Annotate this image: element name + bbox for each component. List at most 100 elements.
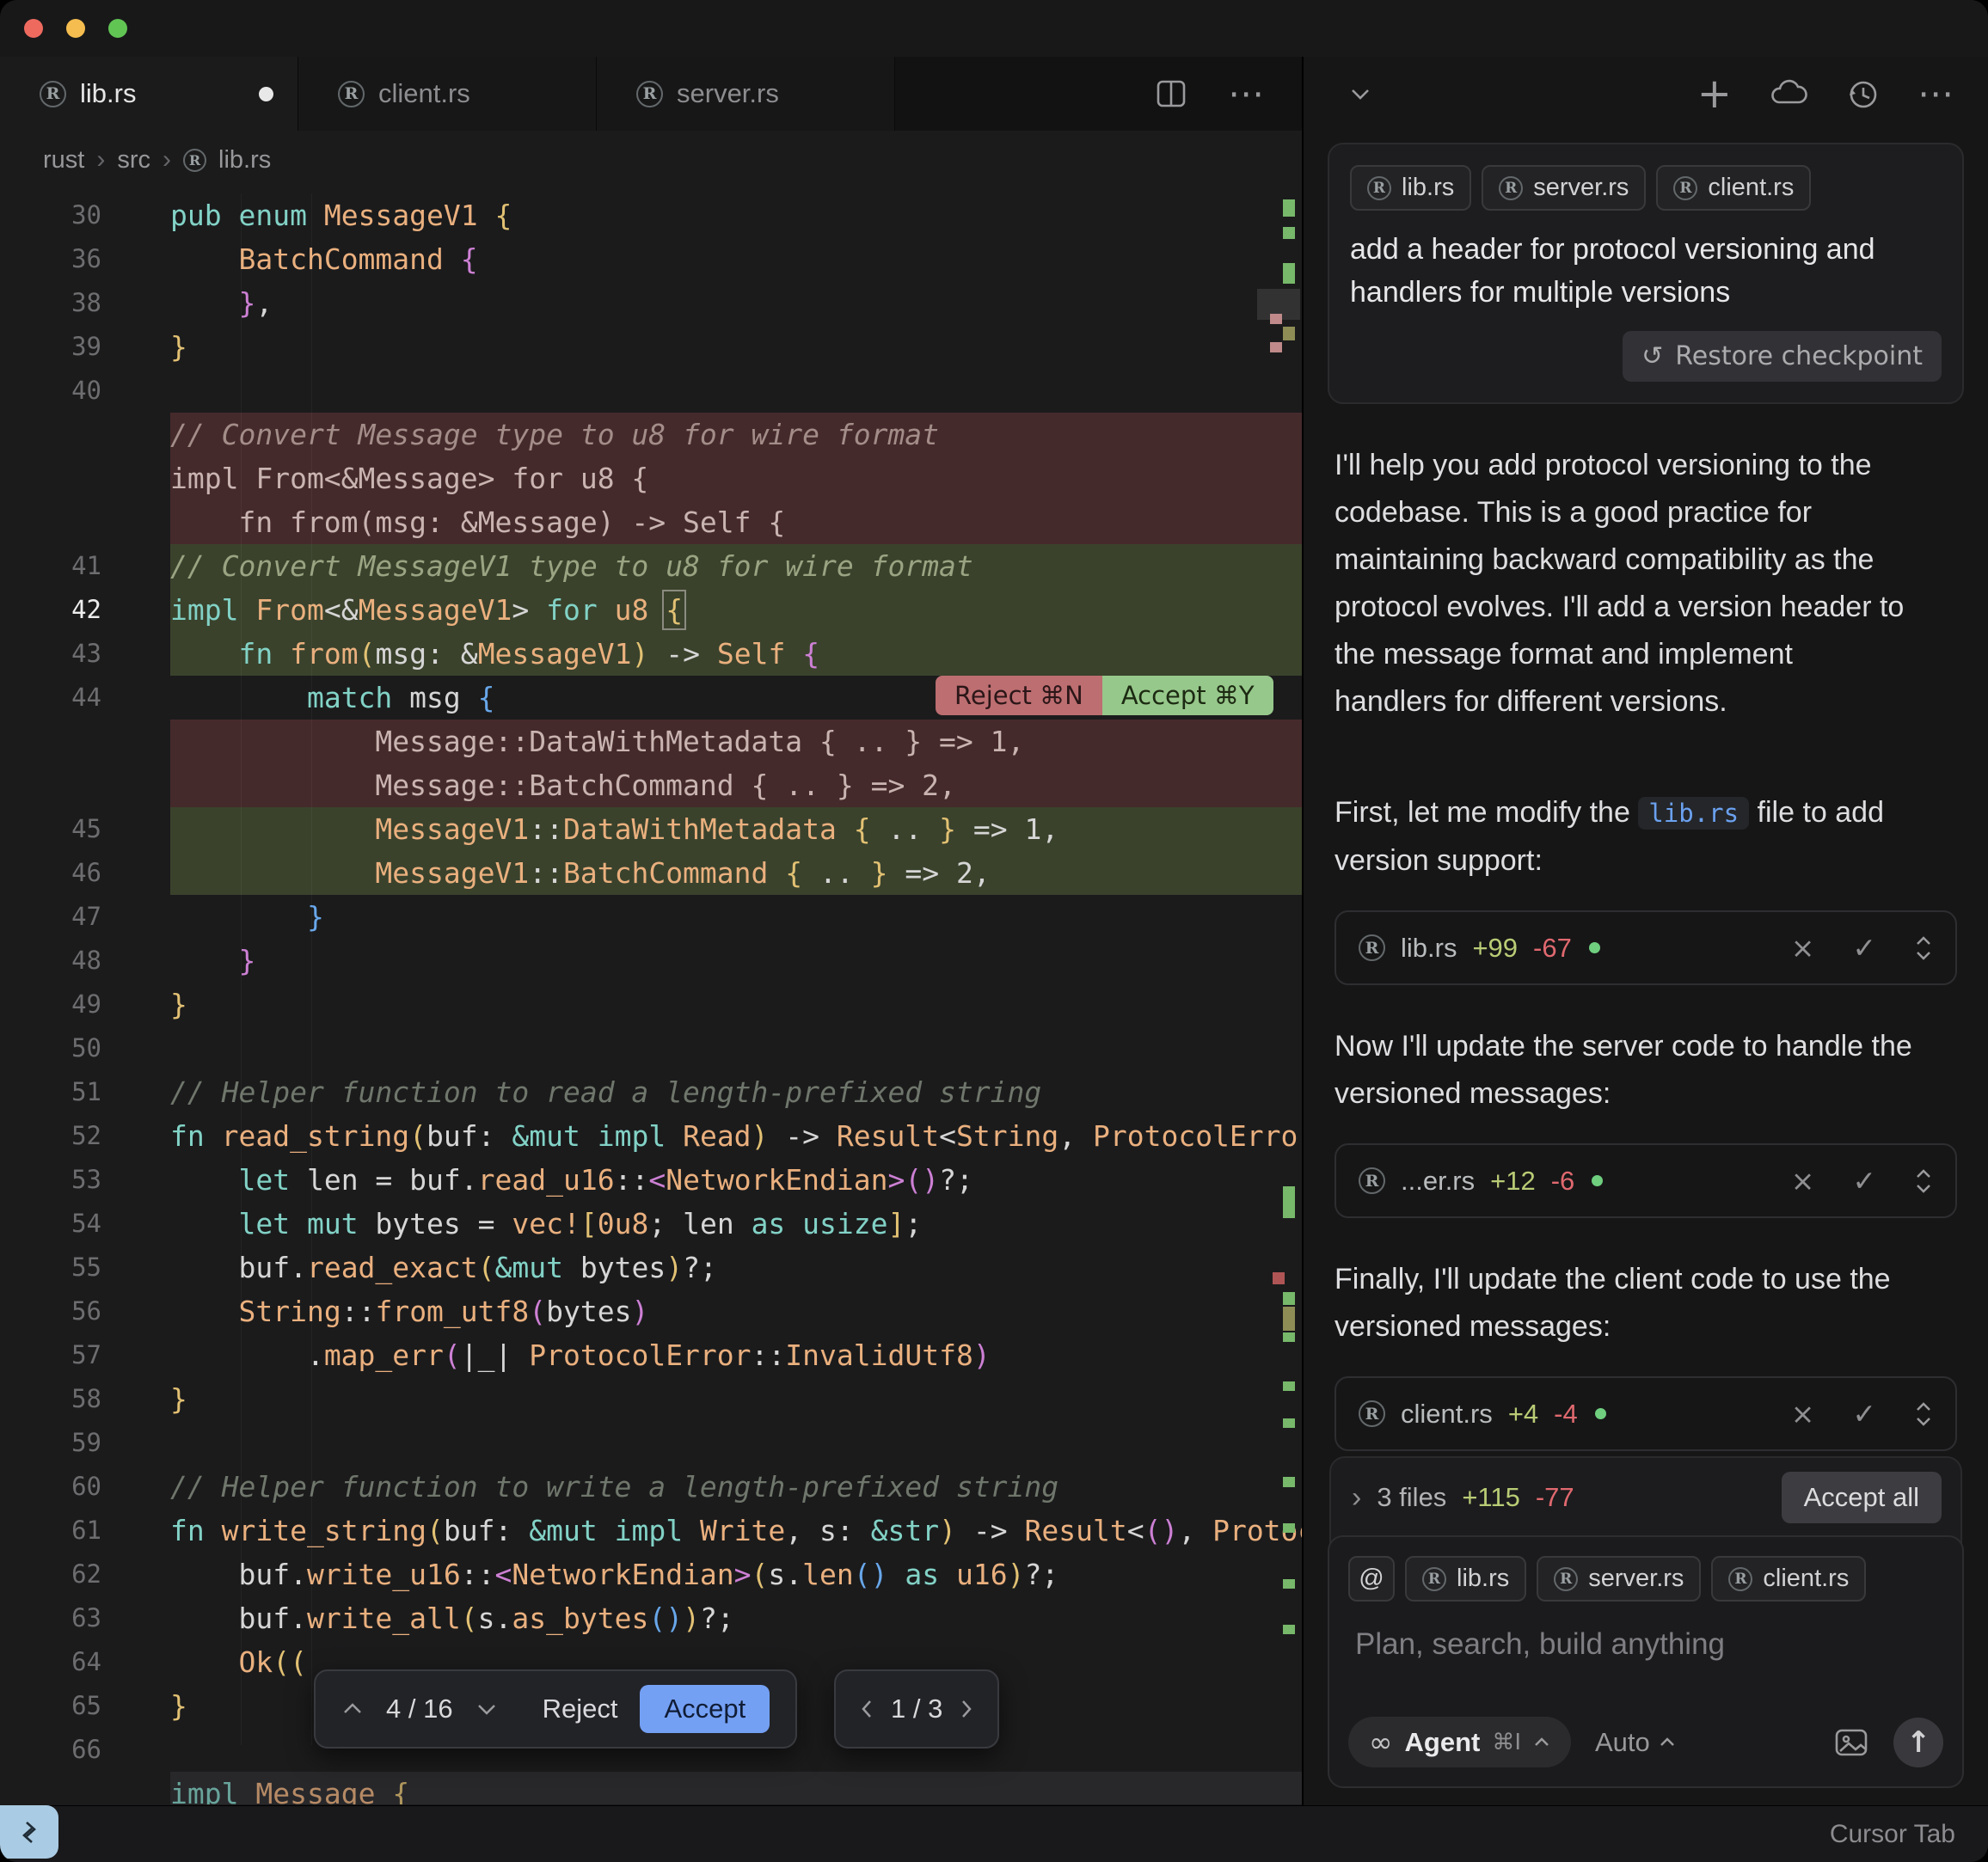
code-token: >() <box>888 1163 940 1197</box>
line-number <box>0 763 170 807</box>
code-text: // Helper function to write a length-pre… <box>170 1465 1302 1509</box>
chat-more-actions-icon[interactable]: ⋯ <box>1917 76 1954 112</box>
code-line: 52fn read_string(buf: &mut impl Read) ->… <box>0 1114 1302 1158</box>
file-pill-client.rs[interactable]: Rclient.rs <box>1656 165 1811 211</box>
model-selector[interactable]: Auto <box>1595 1727 1676 1758</box>
maximize-window-button[interactable] <box>108 19 127 38</box>
file-pill-lib.rs[interactable]: Rlib.rs <box>1350 165 1471 211</box>
expand-files-icon[interactable]: › <box>1352 1481 1361 1515</box>
send-button[interactable]: ↑ <box>1893 1718 1943 1767</box>
restore-checkpoint-button[interactable]: ↺Restore checkpoint <box>1623 331 1942 382</box>
code-line: 63 buf.write_all(s.as_bytes())?; <box>0 1596 1302 1640</box>
collapse-chat-icon[interactable] <box>1348 86 1372 101</box>
file-pill-client.rs[interactable]: Rclient.rs <box>1711 1556 1866 1602</box>
code-token: ) <box>1008 1558 1025 1591</box>
code-line: 42impl From<&MessageV1> for u8 { <box>0 588 1302 632</box>
code-token: { <box>495 199 512 232</box>
cursor-tab-status[interactable]: Cursor Tab <box>1830 1820 1955 1849</box>
new-chat-icon[interactable]: + <box>1697 73 1732 114</box>
line-number: 54 <box>0 1202 170 1246</box>
expand-file-icon[interactable] <box>1914 1167 1933 1196</box>
close-window-button[interactable] <box>24 19 43 38</box>
chat-thread: Rlib.rsRserver.rsRclient.rsadd a header … <box>1304 131 1988 1805</box>
breadcrumb-item[interactable]: lib.rs <box>218 146 271 175</box>
file-pill-server.rs[interactable]: Rserver.rs <box>1482 165 1646 211</box>
code-editor[interactable]: 30pub enum MessageV1 {36 BatchCommand {3… <box>0 189 1302 1805</box>
code-line: // Convert Message type to u8 for wire f… <box>0 413 1302 456</box>
accept-all-button[interactable]: Accept all <box>1782 1472 1942 1523</box>
code-token <box>170 1645 238 1679</box>
add-context-button[interactable]: @ <box>1348 1556 1395 1602</box>
breadcrumb-item[interactable]: rust <box>43 146 84 175</box>
line-number <box>0 413 170 456</box>
code-text <box>170 369 1302 413</box>
editor-more-actions-icon[interactable]: ⋯ <box>1228 76 1264 112</box>
toggle-panel-button[interactable] <box>0 1805 58 1859</box>
next-file-icon[interactable] <box>958 1698 975 1720</box>
chat-input-box[interactable]: @Rlib.rsRserver.rsRclient.rsPlan, search… <box>1328 1535 1964 1788</box>
file-diff-card[interactable]: R...er.rs+12-6×✓ <box>1335 1143 1957 1218</box>
reject-diff-button[interactable]: Reject <box>543 1694 618 1724</box>
code-token: fn <box>238 637 273 671</box>
accept-file-icon[interactable]: ✓ <box>1852 931 1876 965</box>
code-token: } <box>170 330 187 364</box>
assistant-text: First, let me modify the <box>1335 796 1638 829</box>
line-number: 49 <box>0 983 170 1026</box>
accept-file-icon[interactable]: ✓ <box>1852 1164 1876 1197</box>
code-token: < <box>939 1119 956 1153</box>
code-token: ( <box>529 1295 546 1328</box>
file-pill-lib.rs[interactable]: Rlib.rs <box>1405 1556 1526 1602</box>
code-line: Message::BatchCommand { .. } => 2, <box>0 763 1302 807</box>
infinity-icon: ∞ <box>1369 1725 1393 1759</box>
code-token: fn <box>170 1119 205 1153</box>
rust-file-icon: R <box>1359 1400 1385 1427</box>
code-token: &mut impl <box>529 1514 683 1547</box>
prev-diff-icon[interactable] <box>341 1701 364 1717</box>
code-text: MessageV1::BatchCommand { .. } => 2, <box>170 851 1302 895</box>
code-token: bytes = <box>359 1207 512 1240</box>
code-token: ) <box>683 1602 700 1635</box>
code-token <box>205 1514 222 1547</box>
user-message-text: add a header for protocol versioning and… <box>1350 228 1942 314</box>
breadcrumb-item[interactable]: src <box>117 146 150 175</box>
accept-diff-button[interactable]: Accept <box>640 1685 770 1733</box>
reject-file-icon[interactable]: × <box>1791 1397 1815 1430</box>
reject-file-icon[interactable]: × <box>1791 1164 1815 1197</box>
code-text: Message::BatchCommand { .. } => 2, <box>170 763 1302 807</box>
line-number <box>0 500 170 544</box>
tab-client.rs[interactable]: Rclient.rs <box>298 57 597 131</box>
line-number: 47 <box>0 895 170 939</box>
prev-file-icon[interactable] <box>858 1698 875 1720</box>
code-token: , s: <box>785 1514 870 1547</box>
cloud-icon[interactable] <box>1770 79 1807 108</box>
inline-reject-button[interactable]: Reject ⌘N <box>936 676 1102 715</box>
next-diff-icon[interactable] <box>476 1701 498 1717</box>
reject-file-icon[interactable]: × <box>1791 931 1815 965</box>
minimize-window-button[interactable] <box>66 19 85 38</box>
expand-file-icon[interactable] <box>1914 934 1933 963</box>
file-diff-card[interactable]: Rclient.rs+4-4×✓ <box>1335 1376 1957 1451</box>
code-text: .map_err(|_| ProtocolError::InvalidUtf8) <box>170 1333 1302 1377</box>
inline-accept-button[interactable]: Accept ⌘Y <box>1102 676 1273 715</box>
pending-dot-icon <box>1589 942 1600 953</box>
expand-file-icon[interactable] <box>1914 1400 1933 1429</box>
code-token: { <box>461 242 478 276</box>
accept-file-icon[interactable]: ✓ <box>1852 1397 1876 1430</box>
attach-image-icon[interactable] <box>1833 1727 1869 1758</box>
tab-server.rs[interactable]: Rserver.rs <box>597 57 895 131</box>
code-token: impl From<&Message> for u8 { <box>170 462 648 495</box>
code-token: ( <box>409 1119 426 1153</box>
breadcrumb[interactable]: rust›src›Rlib.rs <box>0 131 1302 189</box>
file-pill-server.rs[interactable]: Rserver.rs <box>1537 1556 1701 1602</box>
tab-lib.rs[interactable]: Rlib.rs <box>0 57 298 131</box>
file-diff-card[interactable]: Rlib.rs+99-67×✓ <box>1335 910 1957 985</box>
code-token: ) <box>939 1514 956 1547</box>
code-token: NetworkEndian <box>512 1558 733 1591</box>
code-text: } <box>170 939 1302 983</box>
breadcrumb-separator: › <box>96 145 105 175</box>
code-token: [ <box>580 1207 598 1240</box>
agent-mode-label: Agent <box>1405 1727 1481 1758</box>
split-editor-icon[interactable] <box>1154 77 1188 111</box>
history-icon[interactable] <box>1845 77 1880 111</box>
agent-mode-selector[interactable]: ∞Agent⌘I <box>1348 1717 1571 1767</box>
